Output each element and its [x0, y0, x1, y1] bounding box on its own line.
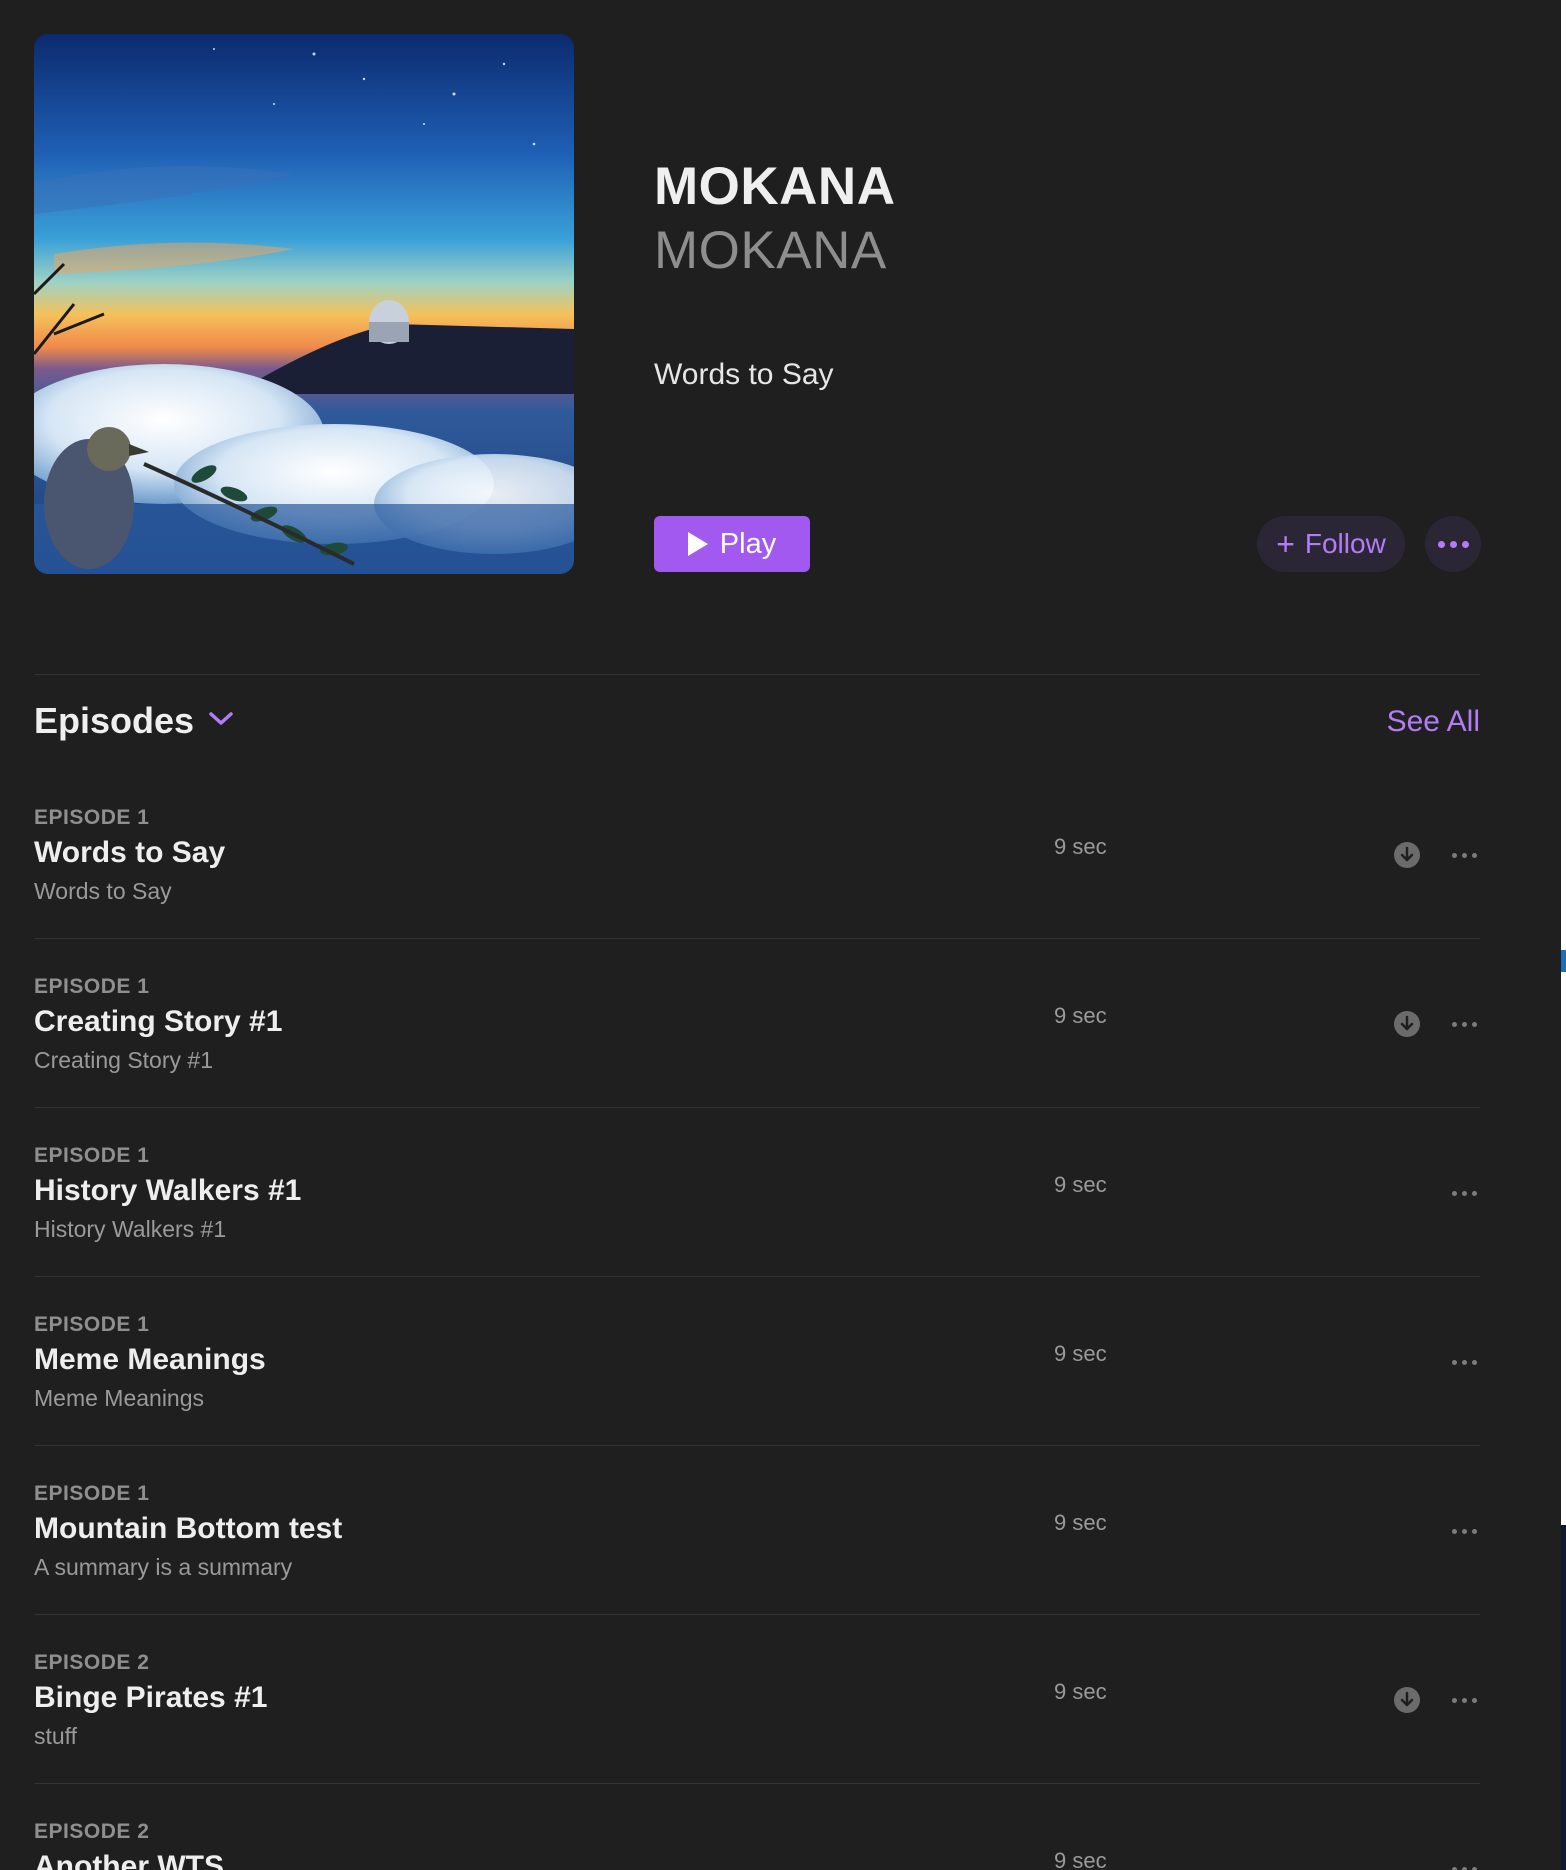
- episode-row[interactable]: EPISODE 1 Creating Story #1 Creating Story…: [34, 939, 1480, 1108]
- podcast-artwork[interactable]: [34, 34, 574, 574]
- show-more-button[interactable]: [1425, 516, 1481, 572]
- episode-duration: 9 sec: [1054, 1172, 1107, 1197]
- window-edge-dark: [1561, 1525, 1566, 1870]
- episodes-heading[interactable]: Episodes: [34, 700, 234, 742]
- episode-row[interactable]: EPISODE 1 Mountain Bottom test A summary i…: [34, 1446, 1480, 1615]
- show-title: MOKANA: [654, 157, 896, 216]
- section-divider: [34, 674, 1480, 675]
- episode-row[interactable]: EPISODE 2 Binge Pirates #1 stuff 9 sec: [34, 1615, 1480, 1784]
- episode-more-icon[interactable]: [1452, 1529, 1477, 1534]
- episode-more-icon[interactable]: [1452, 1191, 1477, 1196]
- episode-more-icon[interactable]: [1452, 1360, 1477, 1365]
- downloaded-icon[interactable]: [1394, 1687, 1420, 1713]
- episode-number: EPISODE 2: [34, 1651, 150, 1674]
- play-button[interactable]: Play: [654, 516, 810, 572]
- downloaded-icon[interactable]: [1394, 1011, 1420, 1037]
- episode-number: EPISODE 1: [34, 806, 150, 829]
- episode-list: EPISODE 1 Words to Say Words to Say 9 sec EP…: [34, 770, 1480, 1870]
- episode-number: EPISODE 2: [34, 1820, 150, 1843]
- play-button-label: Play: [719, 527, 777, 560]
- episode-summary: stuff: [34, 1723, 78, 1749]
- show-tagline: Words to Say: [654, 358, 834, 391]
- follow-button-label: Follow: [1304, 528, 1386, 559]
- episode-title[interactable]: Mountain Bottom test: [34, 1512, 342, 1546]
- episode-row[interactable]: EPISODE 1 History Walkers #1 History Walke…: [34, 1108, 1480, 1277]
- episode-more-icon[interactable]: [1452, 1698, 1477, 1703]
- episode-duration: 9 sec: [1054, 1341, 1107, 1366]
- episode-summary: History Walkers #1: [34, 1216, 227, 1242]
- podcast-show-page: MOKANA MOKANA Words to Say Play + Follow…: [0, 0, 1566, 1870]
- episode-row[interactable]: EPISODE 1 Meme Meanings Meme Meanings 9 sec: [34, 1277, 1480, 1446]
- episode-summary: Meme Meanings: [34, 1385, 205, 1411]
- episode-duration: 9 sec: [1054, 1848, 1107, 1870]
- episode-title[interactable]: Words to Say: [34, 836, 225, 870]
- downloaded-icon[interactable]: [1394, 842, 1420, 868]
- ellipsis-icon: [1437, 540, 1469, 548]
- follow-button[interactable]: + Follow: [1257, 516, 1405, 572]
- episode-row[interactable]: EPISODE 1 Words to Say Words to Say 9 sec: [34, 770, 1480, 939]
- episodes-heading-label: Episodes: [34, 700, 195, 741]
- episode-duration: 9 sec: [1054, 1510, 1107, 1535]
- chevron-down-icon: [208, 711, 234, 732]
- episode-title[interactable]: Binge Pirates #1: [34, 1681, 267, 1715]
- episode-number: EPISODE 1: [34, 975, 150, 998]
- see-all-link[interactable]: See All: [1387, 705, 1480, 739]
- episode-row[interactable]: EPISODE 2 Another WTS 9 sec: [34, 1784, 1480, 1870]
- play-icon: [687, 532, 708, 556]
- episode-title[interactable]: Meme Meanings: [34, 1343, 266, 1377]
- plus-icon: +: [1276, 526, 1295, 562]
- episode-number: EPISODE 1: [34, 1144, 150, 1167]
- episode-summary: A summary is a summary: [34, 1554, 293, 1580]
- episode-duration: 9 sec: [1054, 1003, 1107, 1028]
- window-edge-accent: [1561, 950, 1566, 972]
- episode-duration: 9 sec: [1054, 834, 1107, 859]
- episode-number: EPISODE 1: [34, 1482, 150, 1505]
- episode-summary: Creating Story #1: [34, 1047, 213, 1073]
- episode-title[interactable]: Another WTS: [34, 1850, 224, 1870]
- episode-number: EPISODE 1: [34, 1313, 150, 1336]
- show-author[interactable]: MOKANA: [654, 220, 887, 281]
- episode-title[interactable]: Creating Story #1: [34, 1005, 282, 1039]
- episode-title[interactable]: History Walkers #1: [34, 1174, 301, 1208]
- episode-more-icon[interactable]: [1452, 1022, 1477, 1027]
- episode-more-icon[interactable]: [1452, 853, 1477, 858]
- episode-summary: Words to Say: [34, 878, 172, 904]
- episode-duration: 9 sec: [1054, 1679, 1107, 1704]
